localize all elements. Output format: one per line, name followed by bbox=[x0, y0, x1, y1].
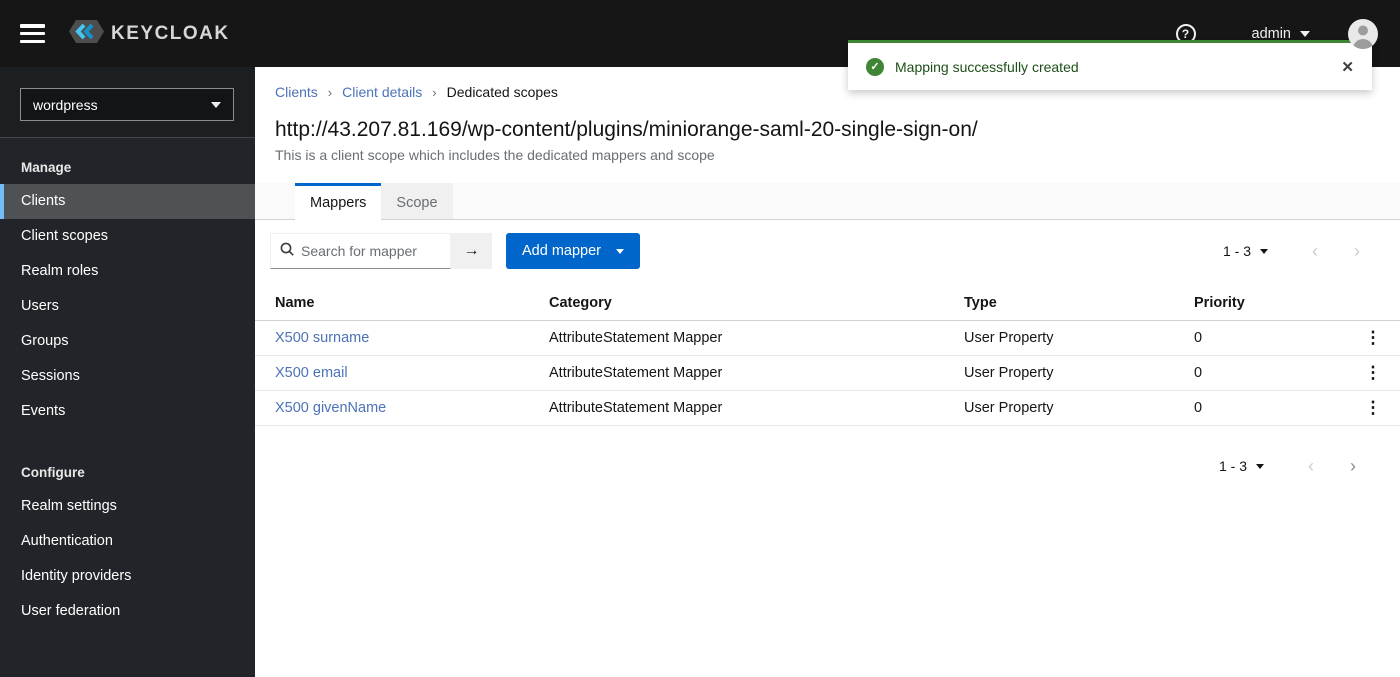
sidebar-item-sessions[interactable]: Sessions bbox=[0, 359, 255, 394]
table-row: X500 surname AttributeStatement Mapper U… bbox=[255, 320, 1400, 356]
search-icon bbox=[280, 242, 294, 261]
breadcrumb-client-details[interactable]: Client details bbox=[342, 84, 422, 100]
chevron-down-icon bbox=[1256, 463, 1264, 469]
sidebar-item-realm-settings[interactable]: Realm settings bbox=[0, 489, 255, 524]
sidebar: wordpress Manage Clients Client scopes R… bbox=[0, 67, 255, 677]
realm-select[interactable]: wordpress bbox=[20, 88, 234, 121]
search-submit-button[interactable]: → bbox=[451, 233, 492, 269]
realm-selector-area: wordpress bbox=[0, 67, 255, 138]
sidebar-item-clients[interactable]: Clients bbox=[0, 184, 255, 219]
tab-mappers[interactable]: Mappers bbox=[295, 183, 382, 220]
mapper-priority: 0 bbox=[1194, 355, 1354, 391]
tab-scope[interactable]: Scope bbox=[381, 183, 453, 219]
breadcrumb-separator-icon: › bbox=[432, 84, 437, 100]
chevron-down-icon bbox=[1260, 248, 1268, 254]
mapper-link[interactable]: X500 surname bbox=[275, 330, 369, 346]
table-row: X500 givenName AttributeStatement Mapper… bbox=[255, 390, 1400, 426]
column-header-category: Category bbox=[549, 287, 964, 321]
prev-page-icon[interactable]: ‹ bbox=[1294, 242, 1336, 260]
sidebar-item-events[interactable]: Events bbox=[0, 394, 255, 429]
sidebar-item-client-scopes[interactable]: Client scopes bbox=[0, 219, 255, 254]
mapper-type: User Property bbox=[964, 320, 1194, 356]
success-check-icon: ✓ bbox=[866, 57, 884, 76]
table-header-row: Name Category Type Priority bbox=[255, 287, 1400, 321]
tabstrip: Mappers Scope bbox=[255, 183, 1400, 220]
column-header-type: Type bbox=[964, 287, 1194, 321]
breadcrumb-separator-icon: › bbox=[327, 84, 333, 100]
kebab-menu-icon[interactable]: ⋮ bbox=[1365, 364, 1382, 381]
top-pagination: 1 - 3 ‹ › bbox=[1223, 242, 1378, 260]
table-row: X500 email AttributeStatement Mapper Use… bbox=[255, 355, 1400, 391]
hamburger-menu-icon[interactable] bbox=[20, 24, 45, 43]
bottom-pagination: 1 - 3 ‹ › bbox=[255, 457, 1400, 475]
mapper-priority: 0 bbox=[1194, 320, 1354, 356]
sidebar-nav: Manage Clients Client scopes Realm roles… bbox=[0, 138, 255, 629]
search-field bbox=[270, 233, 451, 269]
toolbar: → Add mapper 1 - 3 ‹ › bbox=[255, 233, 1400, 269]
chevron-down-icon bbox=[1300, 30, 1310, 37]
keycloak-logo-icon bbox=[69, 18, 107, 50]
main-panel: Clients › Client details › Dedicated sco… bbox=[255, 67, 1400, 677]
column-header-actions bbox=[1354, 287, 1400, 321]
next-page-icon[interactable]: › bbox=[1332, 457, 1374, 475]
pagination-range-toggle[interactable]: 1 - 3 bbox=[1219, 458, 1264, 474]
mapper-link[interactable]: X500 givenName bbox=[275, 400, 386, 416]
breadcrumb-clients[interactable]: Clients bbox=[275, 84, 318, 100]
pagination-range-toggle[interactable]: 1 - 3 bbox=[1223, 243, 1268, 259]
kebab-menu-icon[interactable]: ⋮ bbox=[1365, 399, 1382, 416]
nav-section-configure-label: Configure bbox=[21, 465, 85, 480]
page-title: http://43.207.81.169/wp-content/plugins/… bbox=[275, 118, 978, 141]
sidebar-item-authentication[interactable]: Authentication bbox=[0, 524, 255, 559]
realm-select-value: wordpress bbox=[33, 96, 98, 113]
sidebar-item-user-federation[interactable]: User federation bbox=[0, 594, 255, 629]
mapper-type: User Property bbox=[964, 355, 1194, 391]
mapper-category: AttributeStatement Mapper bbox=[549, 320, 964, 356]
breadcrumb-current: Dedicated scopes bbox=[446, 84, 558, 100]
prev-page-icon[interactable]: ‹ bbox=[1290, 457, 1332, 475]
mapper-link[interactable]: X500 email bbox=[275, 365, 348, 381]
search-input[interactable] bbox=[301, 243, 441, 259]
toast-close-icon[interactable]: ✕ bbox=[1341, 58, 1354, 76]
arrow-right-icon: → bbox=[463, 242, 480, 259]
mappers-content: → Add mapper 1 - 3 ‹ › bbox=[255, 220, 1400, 677]
keycloak-logo[interactable]: KEYCLOAK bbox=[69, 18, 230, 50]
kebab-menu-icon[interactable]: ⋮ bbox=[1365, 329, 1382, 346]
next-page-icon[interactable]: › bbox=[1336, 242, 1378, 260]
mapper-category: AttributeStatement Mapper bbox=[549, 355, 964, 391]
mappers-table: Name Category Type Priority X500 surname… bbox=[255, 287, 1400, 426]
sidebar-item-realm-roles[interactable]: Realm roles bbox=[0, 254, 255, 289]
sidebar-item-users[interactable]: Users bbox=[0, 289, 255, 324]
avatar[interactable] bbox=[1348, 18, 1378, 49]
sidebar-item-groups[interactable]: Groups bbox=[0, 324, 255, 359]
chevron-down-icon bbox=[616, 248, 624, 254]
brand-title: KEYCLOAK bbox=[111, 22, 230, 44]
column-header-priority: Priority bbox=[1194, 287, 1354, 321]
chevron-down-icon bbox=[211, 101, 221, 108]
success-toast: ✓ Mapping successfully created ✕ bbox=[848, 40, 1372, 90]
toast-message: Mapping successfully created bbox=[895, 58, 1079, 75]
nav-section-manage-label: Manage bbox=[21, 160, 72, 175]
sidebar-item-identity-providers[interactable]: Identity providers bbox=[0, 559, 255, 594]
page-subtitle: This is a client scope which includes th… bbox=[275, 147, 715, 163]
mapper-category: AttributeStatement Mapper bbox=[549, 390, 964, 426]
add-mapper-button[interactable]: Add mapper bbox=[506, 233, 640, 269]
mapper-priority: 0 bbox=[1194, 390, 1354, 426]
mapper-type: User Property bbox=[964, 390, 1194, 426]
column-header-name: Name bbox=[255, 287, 549, 321]
